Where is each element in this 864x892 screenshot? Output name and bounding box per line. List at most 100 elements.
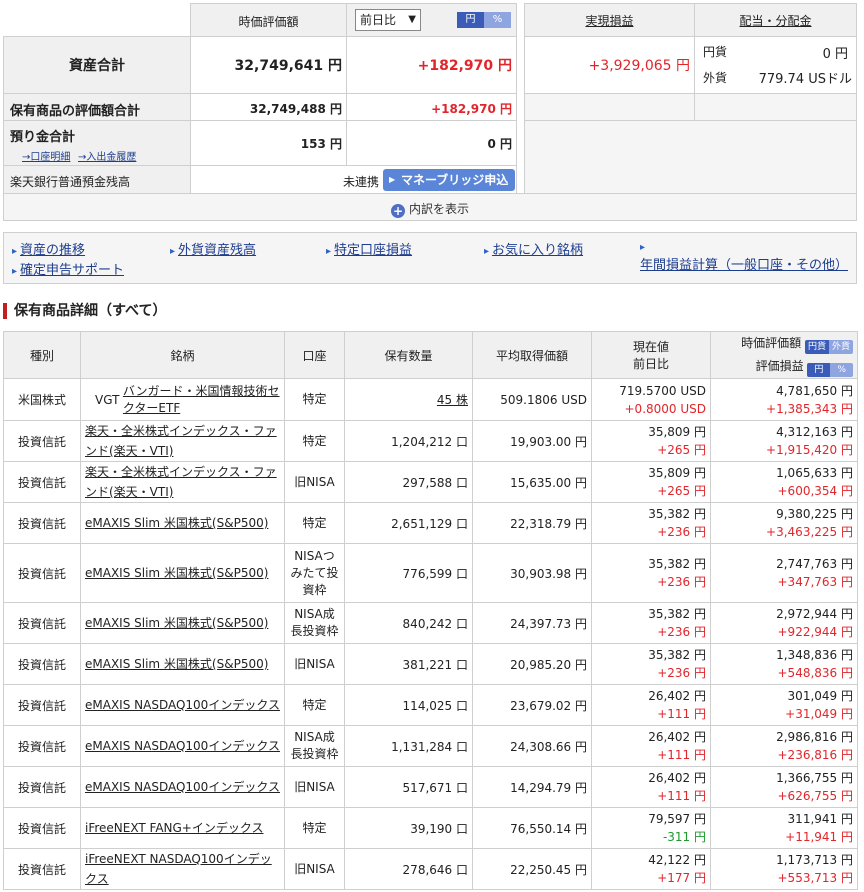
cell-ticker: VGT bbox=[95, 392, 120, 407]
qty-link[interactable]: 45 株 bbox=[437, 393, 468, 407]
fund-name-link[interactable]: eMAXIS Slim 米国株式(S&P500) bbox=[85, 657, 268, 671]
link-annual-pl-label[interactable]: 年間損益計算（一般口座・その他） bbox=[640, 258, 848, 273]
cell-type: 投資信託 bbox=[3, 643, 81, 685]
unrealized-pl: +1,385,343 円 bbox=[766, 401, 853, 416]
compare-select[interactable]: 前日比 ▼ bbox=[355, 9, 421, 31]
fund-name-link[interactable]: iFreeNEXT NASDAQ100インデックス bbox=[85, 852, 272, 886]
cell-name: eMAXIS Slim 米国株式(S&P500) bbox=[80, 502, 285, 544]
total-change: +182,970 円 bbox=[417, 58, 512, 74]
th-account: 口座 bbox=[284, 331, 345, 379]
toggle-fx[interactable]: 外貨 bbox=[828, 339, 853, 354]
cell-qty[interactable]: 45 株 bbox=[344, 378, 473, 421]
fund-name-link[interactable]: eMAXIS NASDAQ100インデックス bbox=[85, 780, 280, 794]
cell-qty: 2,651,129 口 bbox=[344, 502, 473, 544]
link-specific-pl[interactable]: ▸ 特定口座損益 bbox=[326, 239, 412, 258]
cell-avg: 24,397.73 円 bbox=[472, 602, 592, 644]
holdings-label: 保有商品の評価額合計 bbox=[10, 104, 141, 119]
cell-price: 26,402 円 +111 円 bbox=[591, 684, 711, 726]
link-asset-history[interactable]: ▸ 資産の推移 bbox=[12, 239, 85, 258]
toggle-pl-yen[interactable]: 円 bbox=[807, 362, 831, 377]
fund-name-link[interactable]: eMAXIS NASDAQ100インデックス bbox=[85, 739, 280, 753]
cell-account: 特定 bbox=[284, 502, 345, 544]
table-row: 投資信託 iFreeNEXT FANG+インデックス 特定 39,190 口 76,55… bbox=[3, 807, 858, 849]
link-fx-balance-label[interactable]: 外貨資産残高 bbox=[178, 243, 256, 258]
cell-avg: 19,903.00 円 bbox=[472, 420, 592, 462]
th-value: 時価評価額 円貨 外貨 評価損益 円% bbox=[710, 331, 858, 379]
cash-history-link[interactable]: →入出金履歴 bbox=[78, 148, 136, 163]
fund-name-link[interactable]: eMAXIS Slim 米国株式(S&P500) bbox=[85, 616, 268, 630]
link-arrow-icon: ▸ bbox=[640, 242, 646, 253]
cell-price: 26,402 円 +111 円 bbox=[591, 766, 711, 808]
cell-avg: 24,308.66 円 bbox=[472, 725, 592, 767]
show-breakdown[interactable]: + 内訳を表示 bbox=[4, 200, 856, 218]
cell-account: 特定 bbox=[284, 684, 345, 726]
price-change: -311 円 bbox=[662, 830, 706, 844]
price-change: +111 円 bbox=[657, 707, 706, 721]
toggle-jpy[interactable]: 円貨 bbox=[804, 339, 829, 354]
unrealized-pl: +553,713 円 bbox=[777, 871, 854, 885]
realized-link[interactable]: 実現損益 bbox=[525, 12, 694, 29]
cell-qty: 381,221 口 bbox=[344, 643, 473, 685]
cell-price: 35,382 円 +236 円 bbox=[591, 602, 711, 644]
th-value-line1: 時価評価額 円貨 外貨 bbox=[715, 334, 853, 354]
th-type: 種別 bbox=[3, 331, 81, 379]
link-favorites-label[interactable]: お気に入り銘柄 bbox=[492, 243, 583, 258]
div-jpy-value: 0 円 bbox=[822, 47, 848, 62]
price-value: 26,402 円 bbox=[648, 771, 706, 785]
qty-value: 2,651,129 口 bbox=[391, 516, 468, 531]
realized-header: 実現損益 bbox=[524, 3, 695, 37]
cell-name: eMAXIS NASDAQ100インデックス bbox=[80, 725, 285, 767]
fund-name-link[interactable]: 楽天・全米株式インデックス・ファンド(楽天・VTI) bbox=[85, 424, 277, 458]
th-pl-label: 評価損益 bbox=[755, 358, 804, 373]
account-detail-link[interactable]: →口座明細 bbox=[22, 148, 70, 163]
cell-qty: 114,025 口 bbox=[344, 684, 473, 726]
toggle-yen[interactable]: 円 bbox=[457, 12, 484, 28]
cell-value: 4,781,650 円 +1,385,343 円 bbox=[710, 378, 858, 421]
cell-avg: 15,635.00 円 bbox=[472, 461, 592, 503]
table-row: 投資信託 eMAXIS Slim 米国株式(S&P500) 旧NISA 381,221… bbox=[3, 643, 858, 685]
qty-value: 278,646 口 bbox=[402, 862, 468, 877]
fund-name-link[interactable]: 楽天・全米株式インデックス・ファンド(楽天・VTI) bbox=[85, 465, 277, 499]
yen-pct-toggle[interactable]: 円 % bbox=[457, 12, 511, 28]
link-tax-support[interactable]: ▸ 確定申告サポート bbox=[12, 259, 124, 278]
link-favorites[interactable]: ▸ お気に入り銘柄 bbox=[484, 239, 583, 258]
valuation-header: 時価評価額 bbox=[190, 3, 347, 37]
cell-value: 2,986,816 円 +236,816 円 bbox=[710, 725, 858, 767]
pl-toggle[interactable]: 円% bbox=[807, 362, 853, 377]
toggle-pct[interactable]: % bbox=[484, 12, 511, 28]
fund-name-link[interactable]: eMAXIS NASDAQ100インデックス bbox=[85, 698, 280, 712]
link-asset-history-label[interactable]: 資産の推移 bbox=[20, 243, 85, 258]
unrealized-pl: +31,049 円 bbox=[785, 707, 853, 721]
toggle-pl-pct[interactable]: % bbox=[830, 362, 853, 377]
price-value: 35,382 円 bbox=[648, 607, 706, 621]
fund-name-link[interactable]: iFreeNEXT FANG+インデックス bbox=[85, 821, 264, 835]
quick-links: ▸ 資産の推移 ▸ 外貨資産残高 ▸ 特定口座損益 ▸ お気に入り銘柄 ▸年間損益計算（… bbox=[3, 232, 857, 284]
fund-name-link[interactable]: eMAXIS Slim 米国株式(S&P500) bbox=[85, 516, 268, 530]
fund-name-link[interactable]: バンガード・米国情報技術セクターETF bbox=[123, 383, 280, 417]
moneybridge-button[interactable]: ▶ マネーブリッジ申込 bbox=[383, 169, 515, 191]
cell-value: 1,348,836 円 +548,836 円 bbox=[710, 643, 858, 685]
cell-avg: 30,903.98 円 bbox=[472, 543, 592, 603]
total-change-cell: +182,970 円 bbox=[346, 36, 517, 94]
link-tax-support-label[interactable]: 確定申告サポート bbox=[20, 263, 124, 278]
cell-avg: 22,250.45 円 bbox=[472, 848, 592, 890]
currency-toggle[interactable]: 円貨 外貨 bbox=[804, 339, 853, 354]
cell-name: iFreeNEXT FANG+インデックス bbox=[80, 807, 285, 849]
cell-account: NISA成長投資枠 bbox=[284, 602, 345, 644]
show-breakdown-bar[interactable]: + 内訳を表示 bbox=[3, 193, 857, 221]
link-annual-pl[interactable]: ▸ 年間損益計算（一般口座・その他） bbox=[640, 239, 856, 273]
price-change: +265 円 bbox=[657, 484, 706, 498]
link-specific-pl-label[interactable]: 特定口座損益 bbox=[334, 243, 412, 258]
price-value: 79,597 円 bbox=[648, 812, 706, 826]
cell-account: 旧NISA bbox=[284, 848, 345, 890]
dividend-link[interactable]: 配当・分配金 bbox=[695, 12, 856, 29]
fund-name-link[interactable]: eMAXIS Slim 米国株式(S&P500) bbox=[85, 566, 268, 580]
price-change: +0.8000 USD bbox=[624, 401, 707, 416]
cell-name: 楽天・全米株式インデックス・ファンド(楽天・VTI) bbox=[80, 420, 285, 462]
table-row: 投資信託 楽天・全米株式インデックス・ファンド(楽天・VTI) 特定 1,204,21… bbox=[3, 420, 858, 462]
price-change: +111 円 bbox=[657, 748, 706, 762]
unrealized-pl: +3,463,225 円 bbox=[766, 525, 853, 539]
link-arrow-icon: ▸ bbox=[170, 246, 176, 257]
link-fx-balance[interactable]: ▸ 外貨資産残高 bbox=[170, 239, 256, 258]
market-value: 4,781,650 円 bbox=[776, 383, 853, 398]
